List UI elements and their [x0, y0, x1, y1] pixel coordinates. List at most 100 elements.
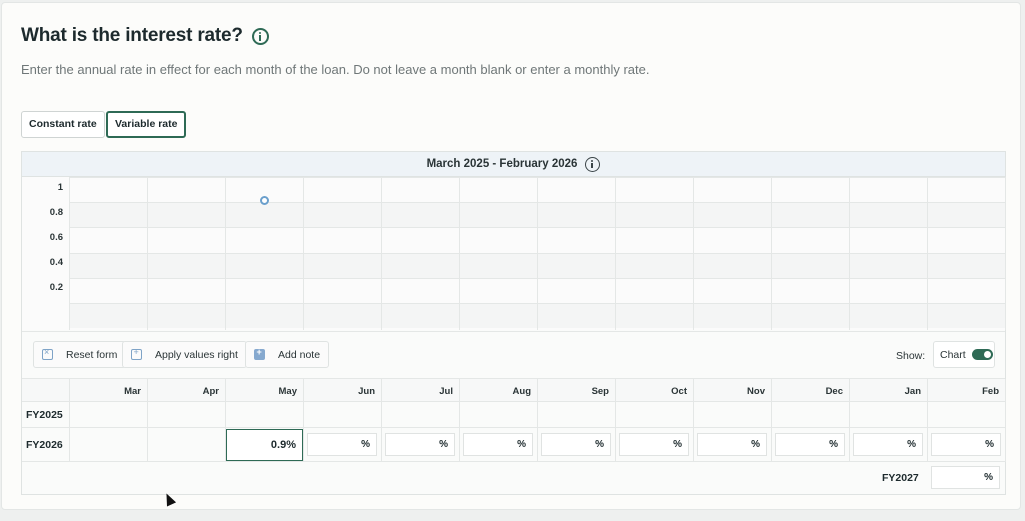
reset-icon — [42, 347, 53, 360]
chart-toggle[interactable]: Chart — [933, 341, 995, 368]
table-column-divider — [849, 402, 850, 428]
rate-input-fy2026-jun[interactable] — [307, 433, 377, 456]
table-column-divider — [381, 379, 382, 403]
chart-gridline-v — [693, 177, 694, 330]
table-column-divider — [537, 379, 538, 403]
month-header-jul: Jul — [439, 386, 453, 397]
table-column-divider — [1005, 402, 1006, 428]
chart-data-point[interactable] — [259, 195, 269, 205]
title-row: What is the interest rate? — [21, 25, 269, 47]
chart-gridline-v — [381, 177, 382, 330]
table-column-divider — [927, 379, 928, 403]
rate-input-fy2026-dec[interactable] — [775, 433, 845, 456]
period-info-icon[interactable] — [585, 156, 601, 172]
table-row-fy2025: FY2025 — [22, 402, 1006, 428]
table-column-divider — [303, 379, 304, 403]
table-column-divider — [927, 402, 928, 428]
apply-values-right-button[interactable]: Apply values right — [122, 341, 247, 368]
table-column-divider — [459, 402, 460, 428]
month-header-jan: Jan — [904, 386, 921, 397]
rate-panel: March 2025 - February 2026 1 0.8 0.6 0.4 0.2… — [21, 151, 1006, 495]
month-header-mar: Mar — [124, 386, 141, 397]
rate-input-fy2026-oct[interactable] — [619, 433, 689, 456]
chart-gridline-v — [537, 177, 538, 330]
rate-chart[interactable]: 1 0.8 0.6 0.4 0.2 — [22, 177, 1006, 330]
month-header-feb: Feb — [982, 386, 999, 397]
month-header-apr: Apr — [202, 386, 219, 397]
interest-rate-card: What is the interest rate? Enter the ann… — [1, 2, 1021, 510]
month-header-dec: Dec — [825, 386, 843, 397]
month-header-aug: Aug — [512, 386, 531, 397]
info-icon[interactable] — [251, 27, 269, 45]
rate-input-fy2026-aug[interactable] — [463, 433, 533, 456]
chart-gridline-v — [459, 177, 460, 330]
table-column-divider — [693, 379, 694, 403]
chart-y-tick-label: 0.4 — [49, 256, 63, 268]
table-column-divider — [69, 428, 70, 462]
chart-gridline-v — [849, 177, 850, 330]
table-column-divider — [459, 379, 460, 403]
show-label: Show: — [896, 350, 926, 362]
table-row-fy2026: FY2026 — [22, 428, 1006, 462]
table-column-divider — [303, 402, 304, 428]
table-column-divider — [849, 428, 850, 462]
table-column-divider — [771, 428, 772, 462]
table-column-divider — [615, 402, 616, 428]
reset-form-button[interactable]: Reset form — [33, 341, 127, 368]
chart-gridline-v — [1005, 177, 1006, 330]
rate-input-fy2026-nov[interactable] — [697, 433, 767, 456]
month-header-nov: Nov — [747, 386, 765, 397]
chart-y-tick-label: 0.8 — [49, 206, 63, 218]
variable-rate-button[interactable]: Variable rate — [106, 111, 187, 138]
chart-gridline-v — [303, 177, 304, 330]
month-header-jun: Jun — [358, 386, 375, 397]
table-column-divider — [147, 402, 148, 428]
table-column-divider — [771, 379, 772, 403]
table-column-divider — [303, 428, 304, 462]
rate-input-fy2026-jan[interactable] — [853, 433, 923, 456]
table-column-divider — [849, 379, 850, 403]
toggle-switch-icon[interactable] — [971, 349, 993, 360]
rate-input-fy2026-sep[interactable] — [541, 433, 611, 456]
table-column-divider — [537, 428, 538, 462]
month-header-sep: Sep — [591, 386, 609, 397]
chart-y-tick-label: 0.2 — [49, 281, 63, 293]
chart-gridline-v — [615, 177, 616, 330]
chart-gridline-v — [225, 177, 226, 330]
chart-y-tick-label: 0.6 — [49, 231, 63, 243]
rate-input-fy2026-feb[interactable] — [931, 433, 1001, 456]
reset-form-label: Reset form — [66, 348, 118, 361]
month-header-oct: Oct — [671, 386, 687, 397]
description: Enter the annual rate in effect for each… — [21, 62, 650, 77]
table-column-divider — [147, 428, 148, 462]
chart-y-tick-label: 1 — [57, 181, 63, 193]
table-column-divider — [147, 379, 148, 403]
table-column-divider — [381, 428, 382, 462]
chart-gridline-v — [771, 177, 772, 330]
table-column-divider — [381, 402, 382, 428]
table-column-divider — [225, 402, 226, 428]
rate-input-fy2026-jul[interactable] — [385, 433, 455, 456]
table-column-divider — [693, 402, 694, 428]
table-column-divider — [69, 402, 70, 428]
table-column-divider — [537, 402, 538, 428]
table-column-divider — [927, 428, 928, 462]
apply-right-icon — [131, 347, 142, 360]
chart-gridline-v — [927, 177, 928, 330]
month-header-row: Mar Apr May Jun Jul Aug Sep Oct Nov Dec Jan Feb — [22, 378, 1006, 403]
table-column-divider — [1005, 428, 1006, 462]
rate-input-fy2026-may[interactable] — [226, 429, 303, 461]
table-column-divider — [1005, 379, 1006, 403]
table-column-divider — [771, 402, 772, 428]
apply-values-label: Apply values right — [155, 348, 238, 361]
add-note-button[interactable]: Add note — [245, 341, 330, 368]
table-toolbar: Reset form Apply values right Add note S… — [22, 331, 1005, 377]
chart-period-label: March 2025 - February 2026 — [426, 158, 578, 170]
month-header-may: May — [278, 386, 297, 397]
chart-header: March 2025 - February 2026 — [22, 152, 1005, 177]
chart-gridline-v — [147, 177, 148, 330]
table-column-divider — [459, 428, 460, 462]
constant-rate-button[interactable]: Constant rate — [21, 111, 105, 138]
rate-input-fy2027[interactable] — [931, 466, 1000, 489]
chart-gridline-v — [69, 177, 70, 330]
